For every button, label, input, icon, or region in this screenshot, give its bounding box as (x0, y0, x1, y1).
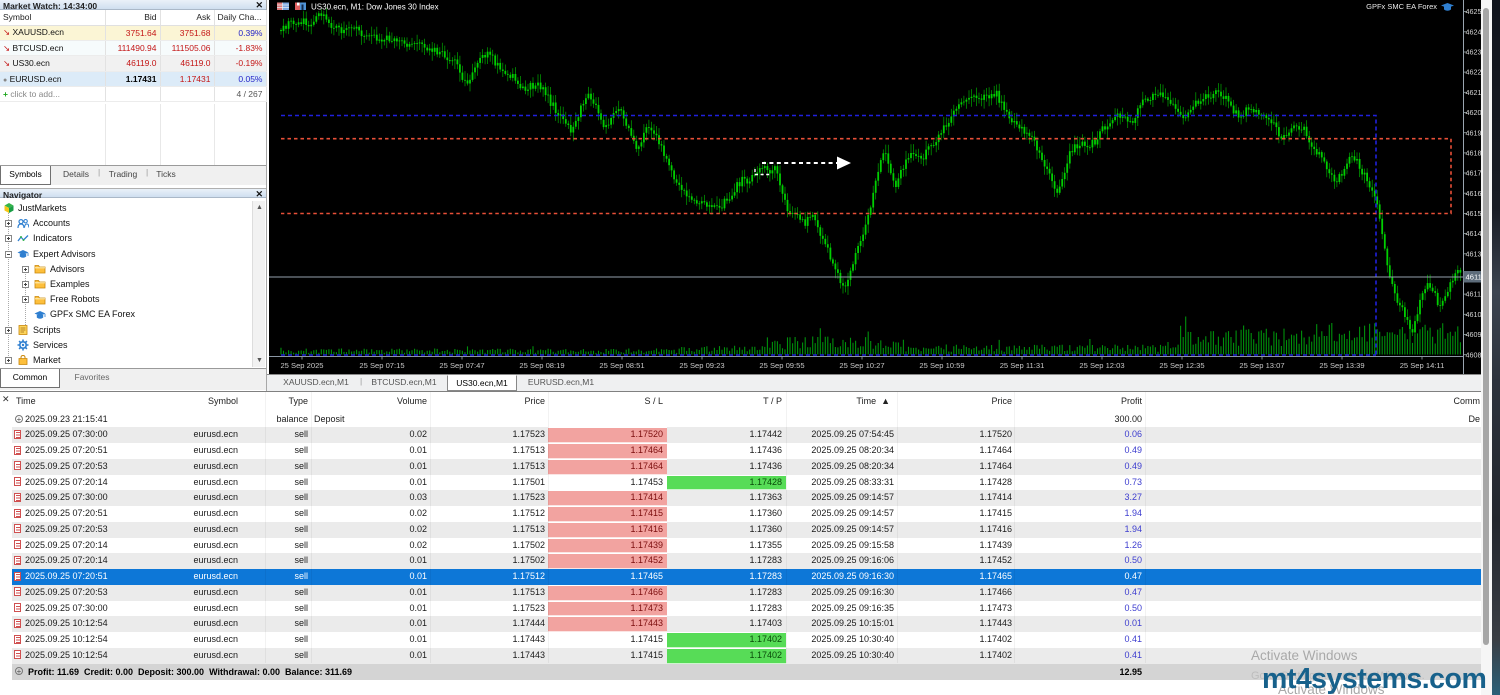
svg-text:4616: 4616 (1466, 189, 1482, 198)
svg-text:25 Sep 10:27: 25 Sep 10:27 (839, 361, 884, 370)
svg-text:25 Sep 11:31: 25 Sep 11:31 (1000, 361, 1045, 370)
svg-text:25 Sep 08:19: 25 Sep 08:19 (519, 361, 564, 370)
svg-text:25 Sep 12:35: 25 Sep 12:35 (1159, 361, 1204, 370)
svg-text:25 Sep 2025: 25 Sep 2025 (280, 361, 323, 370)
svg-text:4623: 4623 (1466, 48, 1482, 57)
svg-text:4610: 4610 (1466, 310, 1482, 319)
svg-text:GPFx SMC EA Forex: GPFx SMC EA Forex (1366, 2, 1437, 11)
svg-text:25 Sep 13:07: 25 Sep 13:07 (1239, 361, 1284, 370)
svg-text:4622: 4622 (1466, 68, 1482, 77)
svg-text:4621: 4621 (1466, 88, 1482, 97)
svg-text:4614: 4614 (1466, 229, 1482, 238)
svg-text:25 Sep 08:51: 25 Sep 08:51 (599, 361, 644, 370)
svg-text:4611.9: 4611.9 (1466, 273, 1482, 282)
svg-text:25 Sep 07:15: 25 Sep 07:15 (359, 361, 404, 370)
svg-text:4617: 4617 (1466, 169, 1482, 178)
svg-text:25 Sep 09:55: 25 Sep 09:55 (759, 361, 804, 370)
svg-text:25 Sep 13:39: 25 Sep 13:39 (1319, 361, 1364, 370)
svg-text:4618: 4618 (1466, 149, 1482, 158)
svg-text:US30.ecn, M1: Dow Jones 30 In: US30.ecn, M1: Dow Jones 30 Index (311, 2, 439, 11)
svg-text:4613: 4613 (1466, 249, 1482, 258)
svg-text:25 Sep 14:11: 25 Sep 14:11 (1400, 361, 1445, 370)
svg-text:4611: 4611 (1466, 290, 1481, 299)
svg-text:4620: 4620 (1466, 108, 1482, 117)
svg-text:25 Sep 07:47: 25 Sep 07:47 (439, 361, 484, 370)
svg-text:25 Sep 09:23: 25 Sep 09:23 (679, 361, 724, 370)
svg-text:4625: 4625 (1466, 7, 1482, 16)
svg-text:4615: 4615 (1466, 209, 1482, 218)
svg-text:4608: 4608 (1466, 350, 1482, 359)
svg-text:4609: 4609 (1466, 330, 1482, 339)
svg-text:25 Sep 12:03: 25 Sep 12:03 (1079, 361, 1124, 370)
svg-text:4624: 4624 (1466, 27, 1482, 36)
svg-text:25 Sep 10:59: 25 Sep 10:59 (919, 361, 964, 370)
svg-text:4619: 4619 (1466, 128, 1482, 137)
